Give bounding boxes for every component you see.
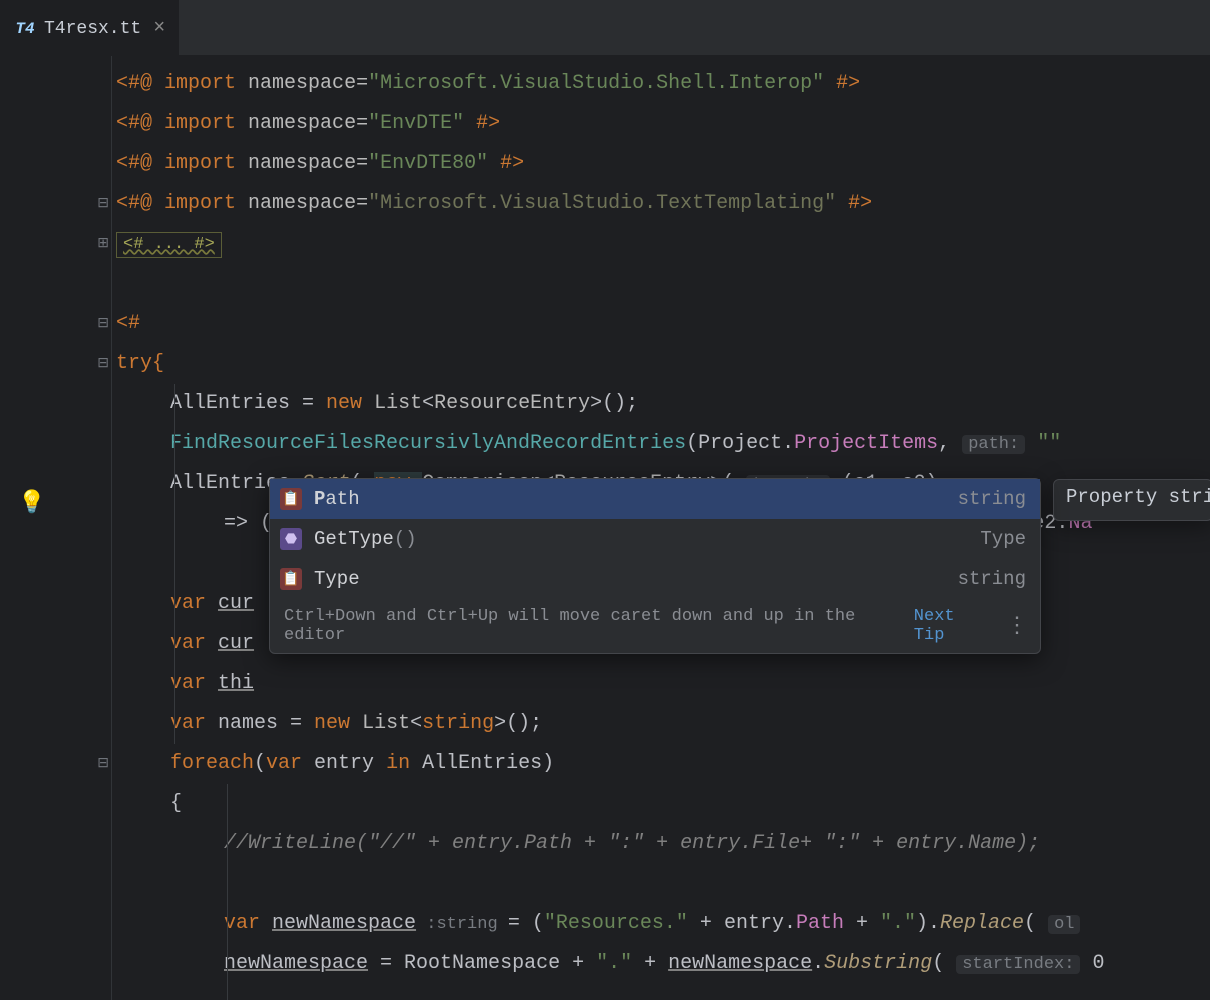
code-line: try{ xyxy=(112,344,1210,384)
code-line: <# xyxy=(112,304,1210,344)
next-tip-link[interactable]: Next Tip xyxy=(914,607,992,645)
tab-bar: T4 T4resx.tt × xyxy=(0,0,1210,56)
completion-item[interactable]: 📋 Type string xyxy=(270,559,1040,599)
code-line-collapsed[interactable]: <# ... #> xyxy=(112,224,1210,264)
editor-tab[interactable]: T4 T4resx.tt × xyxy=(0,0,179,55)
completion-footer: Ctrl+Down and Ctrl+Up will move caret do… xyxy=(270,599,1040,653)
code-completion-popup: 📋 Path string ⬣ GetType() Type 📋 Type st… xyxy=(269,478,1041,654)
completion-item[interactable]: 📋 Path string xyxy=(270,479,1040,519)
close-icon[interactable]: × xyxy=(153,17,165,40)
code-line: foreach(var entry in AllEntries) xyxy=(112,744,1210,784)
code-line: var names = new List<string>(); xyxy=(112,704,1210,744)
property-icon: 📋 xyxy=(280,488,302,510)
completion-item[interactable]: ⬣ GetType() Type xyxy=(270,519,1040,559)
code-line: var thi xyxy=(112,664,1210,704)
fold-expand-icon[interactable]: ⊞ xyxy=(97,224,109,264)
footer-hint: Ctrl+Down and Ctrl+Up will move caret do… xyxy=(284,607,900,645)
quick-documentation-popup: Property stri xyxy=(1053,479,1210,521)
completion-type: Type xyxy=(980,528,1026,550)
lightbulb-icon[interactable]: 💡 xyxy=(18,490,45,516)
completion-label: GetType() xyxy=(314,528,968,550)
code-line: <#@ import namespace="Microsoft.VisualSt… xyxy=(112,184,1210,224)
tab-label: T4resx.tt xyxy=(44,19,141,39)
doc-text: Property stri xyxy=(1066,486,1210,508)
code-line: var newNamespace :string = ("Resources."… xyxy=(112,904,1210,944)
code-line: { xyxy=(112,784,1210,824)
code-line: AllEntries = new List<ResourceEntry>(); xyxy=(112,384,1210,424)
property-icon: 📋 xyxy=(280,568,302,590)
completion-type: string xyxy=(958,568,1026,590)
fold-chevron-icon[interactable]: ⊟ xyxy=(97,304,109,344)
code-line: <#@ import namespace="Microsoft.VisualSt… xyxy=(112,64,1210,104)
code-line: FindResourceFilesRecursivlyAndRecordEntr… xyxy=(112,424,1210,464)
code-line: <#@ import namespace="EnvDTE" #> xyxy=(112,104,1210,144)
method-icon: ⬣ xyxy=(280,528,302,550)
folded-region: <# ... #> xyxy=(116,232,222,258)
fold-chevron-icon[interactable]: ⊟ xyxy=(97,184,109,224)
code-line: //WriteLine("//" + entry.Path + ":" + en… xyxy=(112,824,1210,864)
t4-file-icon: T4 xyxy=(14,18,36,40)
completion-type: string xyxy=(958,488,1026,510)
code-line: <#@ import namespace="EnvDTE80" #> xyxy=(112,144,1210,184)
completion-label: Path xyxy=(314,488,946,510)
more-options-icon[interactable]: ⋮ xyxy=(1006,613,1026,639)
fold-chevron-icon[interactable]: ⊟ xyxy=(97,744,109,784)
fold-chevron-icon[interactable]: ⊟ xyxy=(97,344,109,384)
code-line: newNamespace = RootNamespace + "." + new… xyxy=(112,944,1210,984)
gutter: ⊟ ⊞ ⊟ ⊟ ⊟ 💡 xyxy=(0,56,112,1000)
completion-label: Type xyxy=(314,568,946,590)
